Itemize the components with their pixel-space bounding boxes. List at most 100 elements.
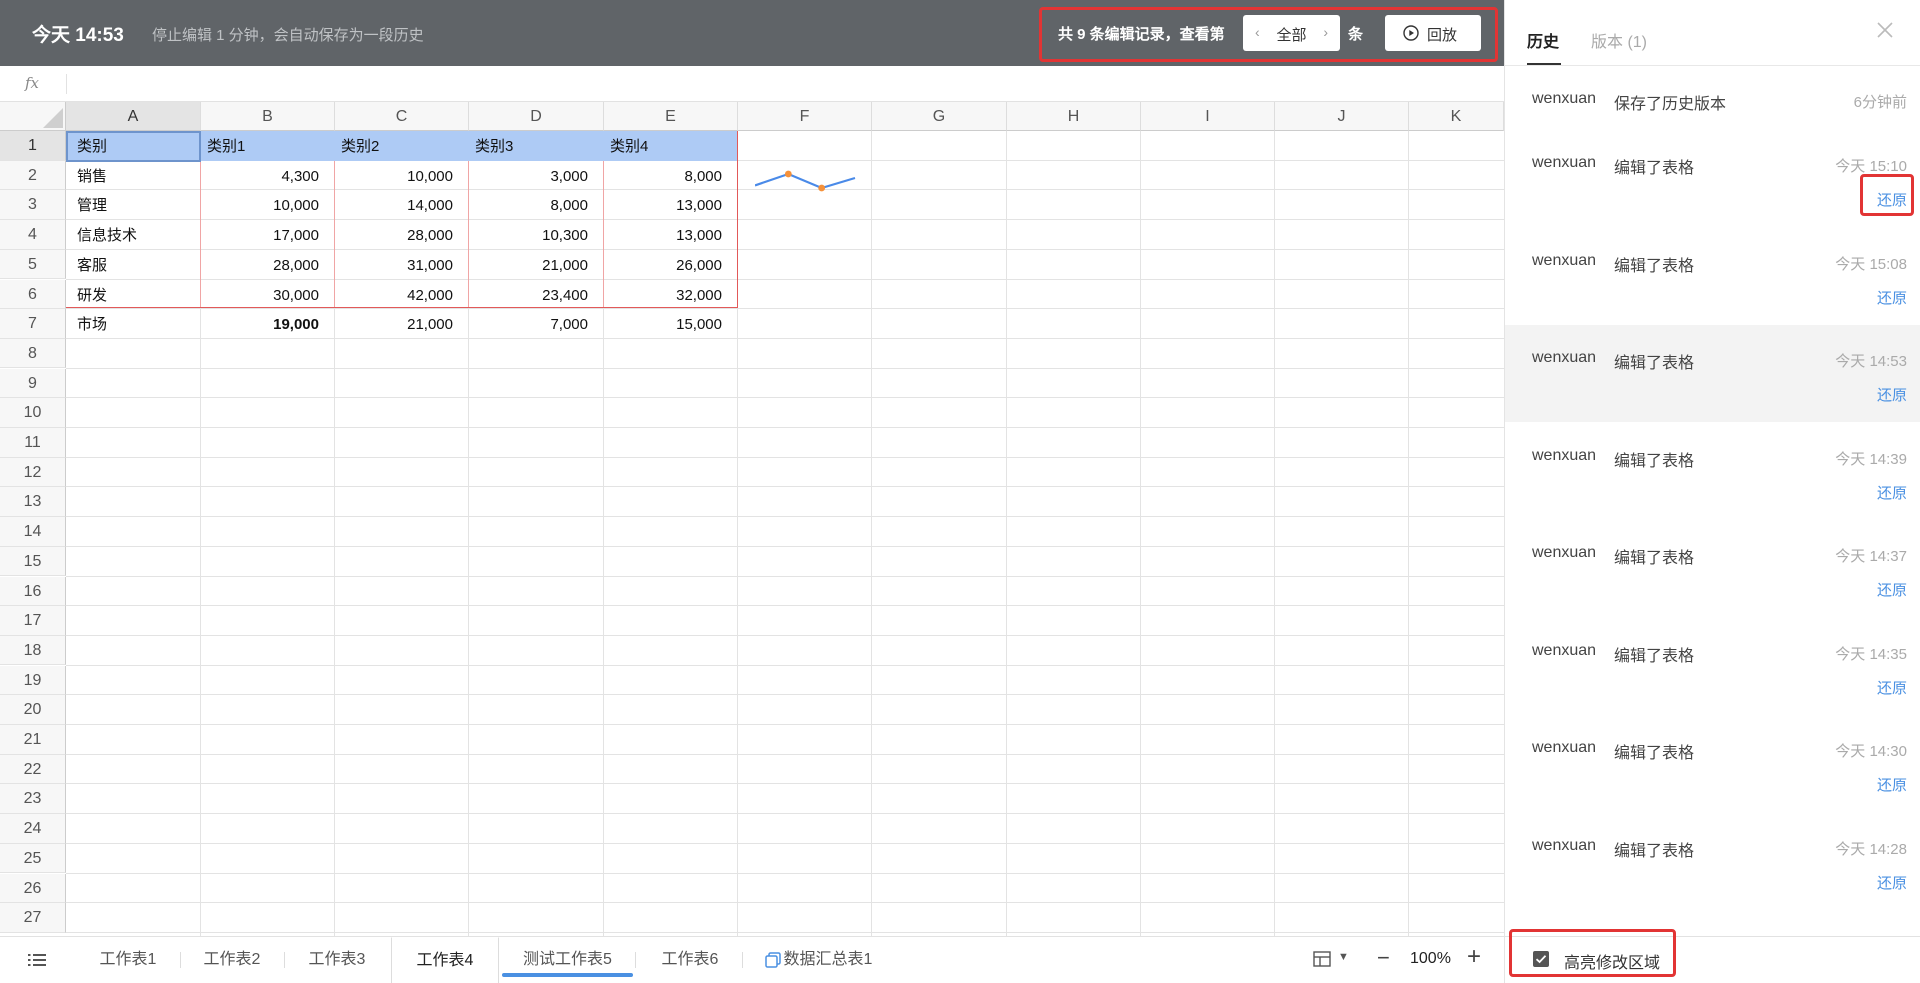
row-header-22[interactable]: 22 — [0, 754, 66, 785]
column-header-k[interactable]: K — [1409, 102, 1504, 131]
row-header-19[interactable]: 19 — [0, 665, 66, 696]
column-header-e[interactable]: E — [604, 102, 738, 131]
value-cell[interactable]: 7,000 — [469, 309, 588, 333]
value-cell[interactable]: 8,000 — [469, 190, 588, 214]
spreadsheet-grid[interactable]: ABCDEFGHIJK 1 2 3 4 5 6 7 8 9 10 11 12 13 14 15 16 17 18 1… — [0, 102, 1504, 936]
value-cell[interactable]: 10,000 — [335, 161, 453, 185]
row-header-24[interactable]: 24 — [0, 814, 66, 844]
row-header-2[interactable]: 2 — [0, 160, 66, 191]
zoom-in-button[interactable]: + — [1467, 943, 1481, 971]
value-cell[interactable]: 13,000 — [604, 190, 722, 214]
row-header-8[interactable]: 8 — [0, 338, 66, 369]
value-cell[interactable]: 26,000 — [604, 250, 722, 274]
row-header-14[interactable]: 14 — [0, 517, 66, 547]
column-header-h[interactable]: H — [1007, 102, 1141, 131]
value-cell[interactable]: 10,300 — [469, 220, 588, 244]
row-header-7[interactable]: 7 — [0, 309, 66, 339]
column-header-f[interactable]: F — [738, 102, 872, 131]
value-cell[interactable]: 8,000 — [604, 161, 722, 185]
select-all-corner[interactable] — [0, 102, 66, 131]
history-entry[interactable]: wenxuan 编辑了表格 今天 14:39 还原 — [1505, 423, 1920, 520]
close-icon[interactable] — [1875, 20, 1895, 40]
row-header-26[interactable]: 26 — [0, 873, 66, 903]
row-header-18[interactable]: 18 — [0, 635, 66, 666]
category-cell[interactable]: 销售 — [77, 161, 107, 185]
value-cell[interactable]: 32,000 — [604, 280, 722, 304]
history-entry[interactable]: wenxuan 编辑了表格 今天 14:28 还原 — [1505, 813, 1920, 910]
value-cell[interactable]: 21,000 — [469, 250, 588, 274]
sheet-tab[interactable]: 工作表6 — [638, 937, 742, 983]
value-cell[interactable]: 28,000 — [201, 250, 319, 274]
category-cell[interactable]: 客服 — [77, 250, 107, 274]
caret-down-icon[interactable]: ▼ — [1338, 951, 1349, 963]
row-header-20[interactable]: 20 — [0, 695, 66, 725]
highlight-label[interactable]: 高亮修改区域 — [1564, 949, 1660, 973]
sheet-tab[interactable]: 工作表3 — [285, 937, 389, 983]
list-menu-icon[interactable] — [28, 952, 46, 968]
replay-button[interactable]: 回放 — [1385, 15, 1481, 51]
row-header-10[interactable]: 10 — [0, 398, 66, 428]
row-header-25[interactable]: 25 — [0, 843, 66, 874]
value-cell[interactable]: 21,000 — [335, 309, 453, 333]
restore-button[interactable]: 还原 — [1877, 872, 1907, 893]
value-cell[interactable]: 3,000 — [469, 161, 588, 185]
row-header-16[interactable]: 16 — [0, 576, 66, 606]
history-entry[interactable]: wenxuan 编辑了表格 今天 15:10 还原 — [1505, 130, 1920, 227]
value-cell[interactable]: 10,000 — [201, 190, 319, 214]
value-cell[interactable]: 28,000 — [335, 220, 453, 244]
column-header-b[interactable]: B — [201, 102, 335, 131]
view-mode-icon[interactable] — [1313, 951, 1331, 967]
row-header-23[interactable]: 23 — [0, 784, 66, 814]
column-header-j[interactable]: J — [1275, 102, 1409, 131]
column-header-i[interactable]: I — [1141, 102, 1275, 131]
column-header-d[interactable]: D — [469, 102, 604, 131]
row-header-6[interactable]: 6 — [0, 279, 66, 309]
value-cell[interactable]: 13,000 — [604, 220, 722, 244]
column-header-c[interactable]: C — [335, 102, 469, 131]
header-cell[interactable]: 类别 — [77, 131, 107, 155]
tab-history[interactable]: 历史 — [1527, 28, 1559, 52]
chevron-right-icon[interactable]: › — [1323, 24, 1328, 40]
row-header-15[interactable]: 15 — [0, 546, 66, 577]
row-header-5[interactable]: 5 — [0, 249, 66, 280]
row-header-3[interactable]: 3 — [0, 190, 66, 220]
formula-input[interactable] — [70, 66, 1490, 101]
history-entry[interactable]: wenxuan 编辑了表格 今天 14:53 还原 — [1505, 325, 1920, 422]
value-cell[interactable]: 15,000 — [604, 309, 722, 333]
value-cell[interactable]: 42,000 — [335, 280, 453, 304]
row-header-12[interactable]: 12 — [0, 457, 66, 488]
row-header-21[interactable]: 21 — [0, 725, 66, 755]
value-cell[interactable]: 4,300 — [201, 161, 319, 185]
header-cell[interactable]: 类别3 — [475, 131, 513, 155]
restore-button[interactable]: 还原 — [1877, 579, 1907, 600]
category-cell[interactable]: 管理 — [77, 190, 107, 214]
sheet-tab[interactable]: 工作表2 — [180, 937, 284, 983]
header-cell[interactable]: 类别2 — [341, 131, 379, 155]
tab-version[interactable]: 版本 (1) — [1591, 28, 1647, 52]
zoom-level[interactable]: 100% — [1410, 950, 1451, 968]
history-entry[interactable]: wenxuan 编辑了表格 今天 15:08 还原 — [1505, 228, 1920, 325]
value-cell[interactable]: 31,000 — [335, 250, 453, 274]
history-entry[interactable]: wenxuan 保存了历史版本 6分钟前 — [1505, 66, 1920, 130]
restore-button[interactable]: 还原 — [1877, 287, 1907, 308]
zoom-out-button[interactable]: − — [1377, 945, 1390, 971]
row-header-27[interactable]: 27 — [0, 903, 66, 933]
row-header-9[interactable]: 9 — [0, 368, 66, 399]
row-header-17[interactable]: 17 — [0, 606, 66, 636]
restore-button[interactable]: 还原 — [1877, 774, 1907, 795]
header-cell[interactable]: 类别1 — [207, 131, 245, 155]
restore-button[interactable]: 还原 — [1877, 677, 1907, 698]
value-cell[interactable]: 17,000 — [201, 220, 319, 244]
highlight-checkbox[interactable] — [1533, 951, 1549, 967]
category-cell[interactable]: 研发 — [77, 280, 107, 304]
restore-button[interactable]: 还原 — [1877, 384, 1907, 405]
column-header-a[interactable]: A — [66, 102, 201, 131]
header-cell[interactable]: 类别4 — [610, 131, 648, 155]
value-cell[interactable]: 19,000 — [201, 309, 319, 333]
history-entry[interactable]: wenxuan 编辑了表格 今天 14:37 还原 — [1505, 520, 1920, 617]
row-header-11[interactable]: 11 — [0, 428, 66, 458]
value-cell[interactable]: 23,400 — [469, 280, 588, 304]
value-cell[interactable]: 30,000 — [201, 280, 319, 304]
category-cell[interactable]: 市场 — [77, 309, 107, 333]
restore-button[interactable]: 还原 — [1877, 482, 1907, 503]
